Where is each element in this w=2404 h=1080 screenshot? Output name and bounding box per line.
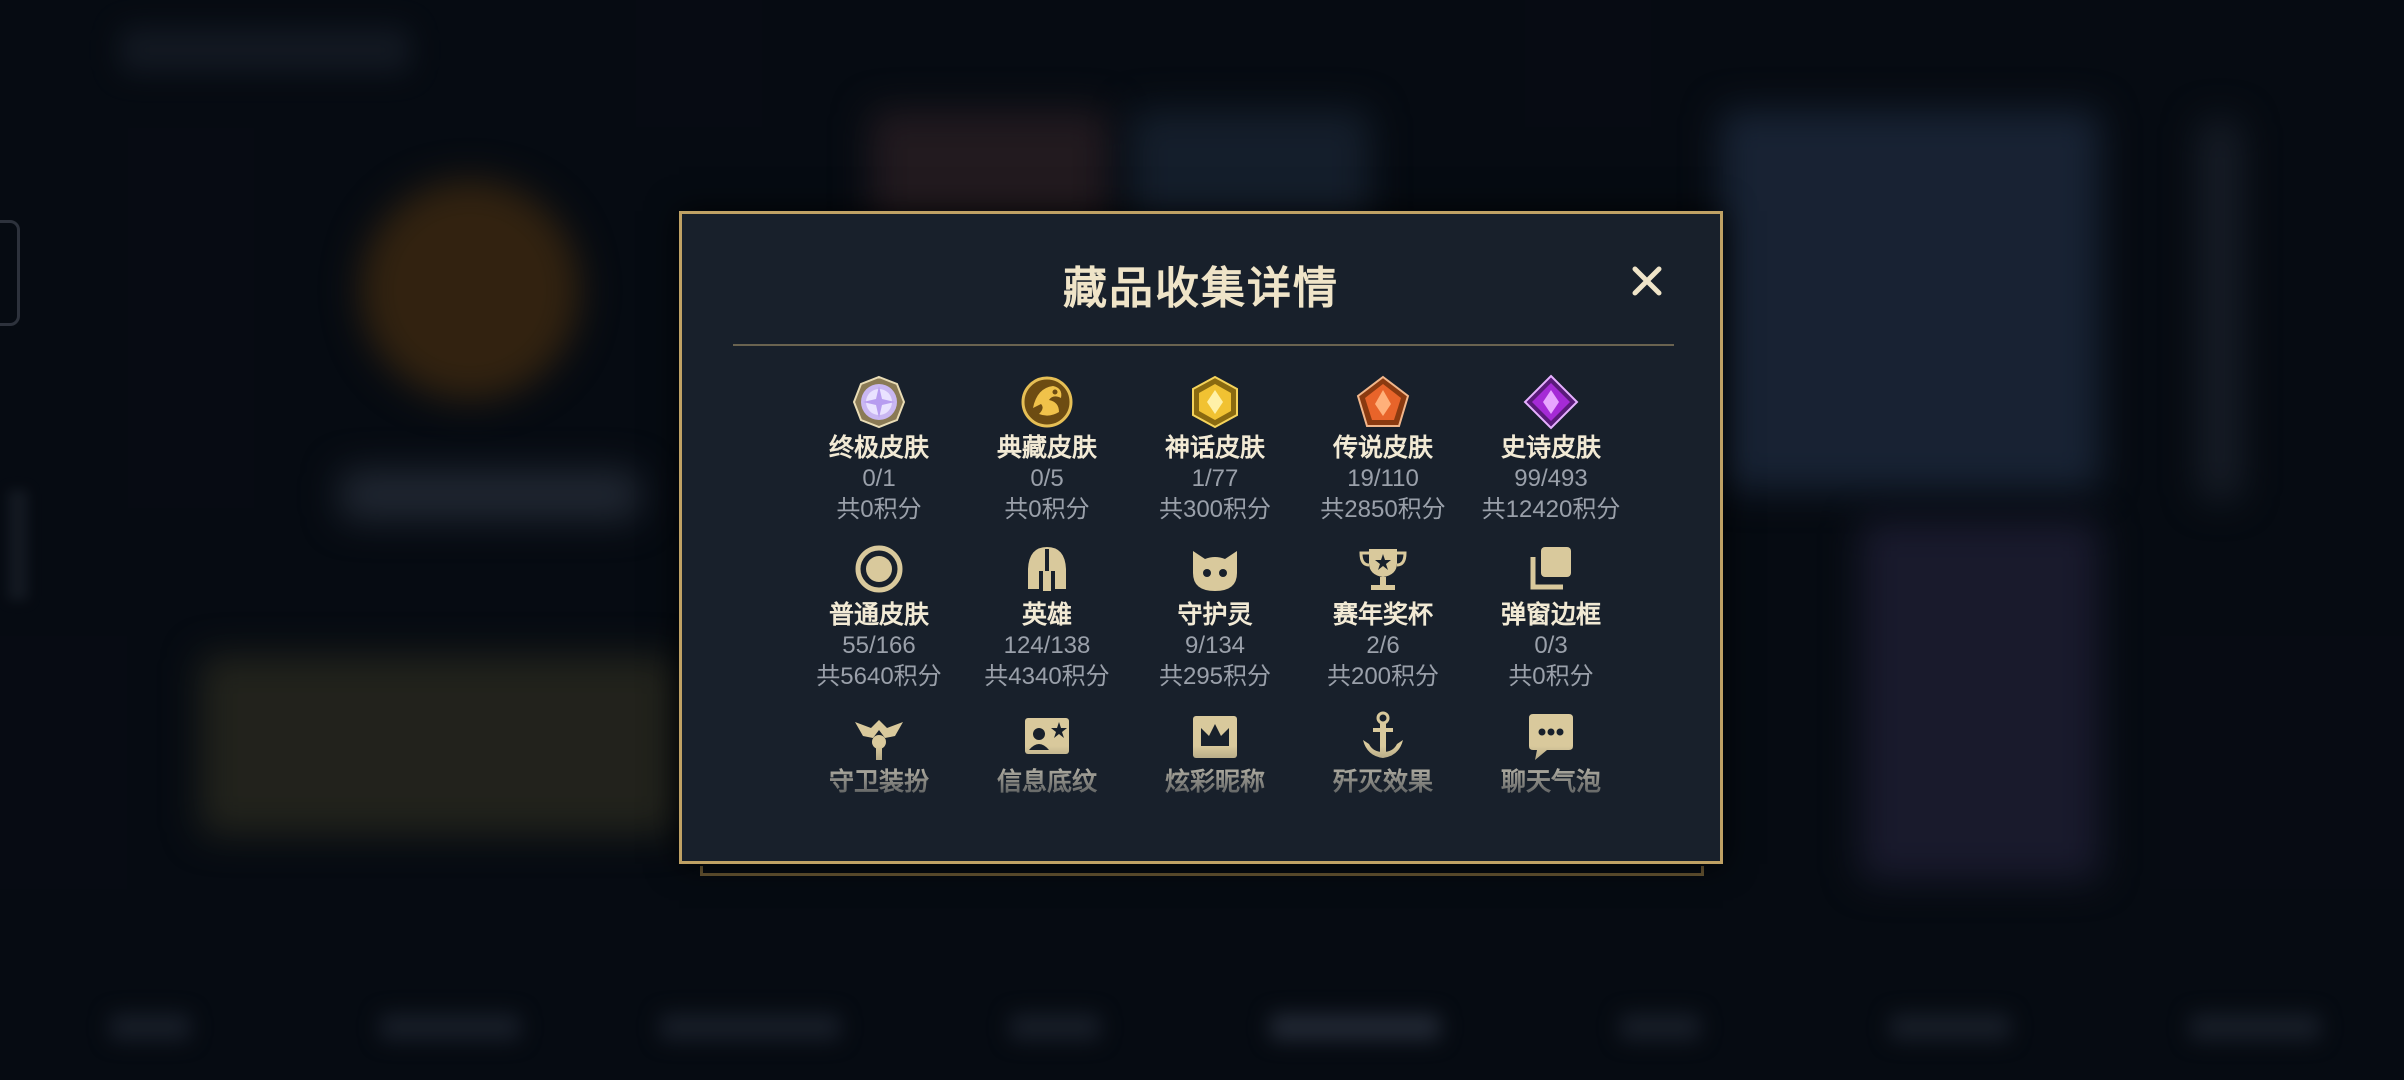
category-count: 99/493	[1514, 465, 1588, 492]
category-name: 赛年奖杯	[1332, 601, 1433, 629]
ward-icon	[855, 720, 903, 760]
little-legend-icon	[1193, 551, 1237, 591]
category-points: 共200积分	[1326, 663, 1440, 690]
category-standard-skin: 普通皮肤 55/166 共5640积分	[795, 541, 963, 693]
category-colorful-nickname: 炫彩昵称	[1131, 708, 1299, 798]
mythic-gem-icon	[1192, 375, 1238, 429]
category-count: 0/5	[1030, 465, 1064, 492]
category-points: 共295积分	[1158, 663, 1272, 690]
standard-skin-icon	[855, 545, 903, 593]
anchor-icon	[1363, 711, 1403, 758]
category-chat-bubble: 聊天气泡	[1467, 708, 1633, 798]
category-points: 共4340积分	[984, 663, 1110, 690]
category-name: 普通皮肤	[828, 601, 929, 629]
category-points: 共2850积分	[1320, 496, 1446, 523]
category-prestige-skin: 典藏皮肤 0/5 共0积分	[963, 374, 1131, 526]
legendary-gem-icon	[1356, 375, 1410, 427]
category-points: 共12420积分	[1481, 496, 1621, 523]
category-name: 守卫装扮	[828, 768, 929, 796]
collection-details-modal: 藏品收集详情 终极皮肤 0/1 共0积分 典藏皮肤 0/5 共0积分 神话皮肤 …	[679, 211, 1723, 864]
category-name: 史诗皮肤	[1500, 434, 1601, 462]
category-little-legend: 守护灵 9/134 共295积分	[1131, 541, 1299, 693]
category-count: 0/3	[1534, 632, 1568, 659]
epic-gem-icon	[1523, 374, 1579, 430]
category-count: 55/166	[842, 632, 916, 659]
category-name: 弹窗边框	[1500, 601, 1601, 629]
category-points: 共5640积分	[816, 663, 942, 690]
category-count: 124/138	[1003, 632, 1091, 659]
category-ward-skin: 守卫装扮	[795, 708, 963, 798]
frame-stack-icon	[1530, 547, 1571, 590]
category-name: 英雄	[1021, 601, 1072, 629]
category-name: 终极皮肤	[828, 434, 929, 462]
category-name: 神话皮肤	[1164, 434, 1265, 462]
ultimate-gem-icon	[852, 375, 906, 429]
category-name: 信息底纹	[996, 768, 1097, 796]
category-ultimate-skin: 终极皮肤 0/1 共0积分	[795, 374, 963, 526]
category-finisher-effect: 歼灭效果	[1299, 708, 1467, 798]
category-season-trophy: 赛年奖杯 2/6 共200积分	[1299, 541, 1467, 693]
modal-title: 藏品收集详情	[1063, 264, 1339, 313]
category-champion: 英雄 124/138 共4340积分	[963, 541, 1131, 693]
category-count: 19/110	[1347, 465, 1419, 492]
category-name: 歼灭效果	[1332, 768, 1433, 796]
dragon-emblem-icon	[1021, 376, 1073, 428]
category-count: 0/1	[862, 465, 896, 492]
category-name: 典藏皮肤	[996, 434, 1097, 462]
trophy-icon	[1359, 549, 1407, 590]
category-legendary-skin: 传说皮肤 19/110 共2850积分	[1299, 374, 1467, 526]
chat-bubble-icon	[1529, 714, 1573, 760]
category-mythic-skin: 神话皮肤 1/77 共300积分	[1131, 374, 1299, 526]
category-profile-banner: 信息底纹	[963, 708, 1131, 798]
category-count: 2/6	[1366, 632, 1400, 659]
close-button[interactable]	[1622, 256, 1672, 306]
category-name: 炫彩昵称	[1164, 768, 1265, 796]
category-name: 传说皮肤	[1332, 434, 1433, 462]
banner-icon	[1025, 718, 1069, 754]
category-epic-skin: 史诗皮肤 99/493 共12420积分	[1467, 374, 1633, 526]
category-points: 共0积分	[836, 496, 922, 523]
helmet-icon	[1028, 547, 1066, 591]
category-name: 聊天气泡	[1500, 768, 1601, 796]
category-points: 共300积分	[1158, 496, 1272, 523]
close-icon	[1632, 266, 1662, 296]
category-points: 共0积分	[1004, 496, 1090, 523]
category-name: 守护灵	[1177, 601, 1253, 629]
category-count: 9/134	[1184, 632, 1246, 659]
modal-underline-frame	[700, 866, 1704, 876]
category-popup-frame: 弹窗边框 0/3 共0积分	[1467, 541, 1633, 693]
title-divider	[733, 344, 1674, 346]
category-count: 1/77	[1191, 465, 1239, 492]
category-points: 共0积分	[1508, 663, 1594, 690]
collection-grid[interactable]: 终极皮肤 0/1 共0积分 典藏皮肤 0/5 共0积分 神话皮肤 1/77 共3…	[795, 374, 1633, 836]
crown-icon	[1193, 716, 1237, 758]
